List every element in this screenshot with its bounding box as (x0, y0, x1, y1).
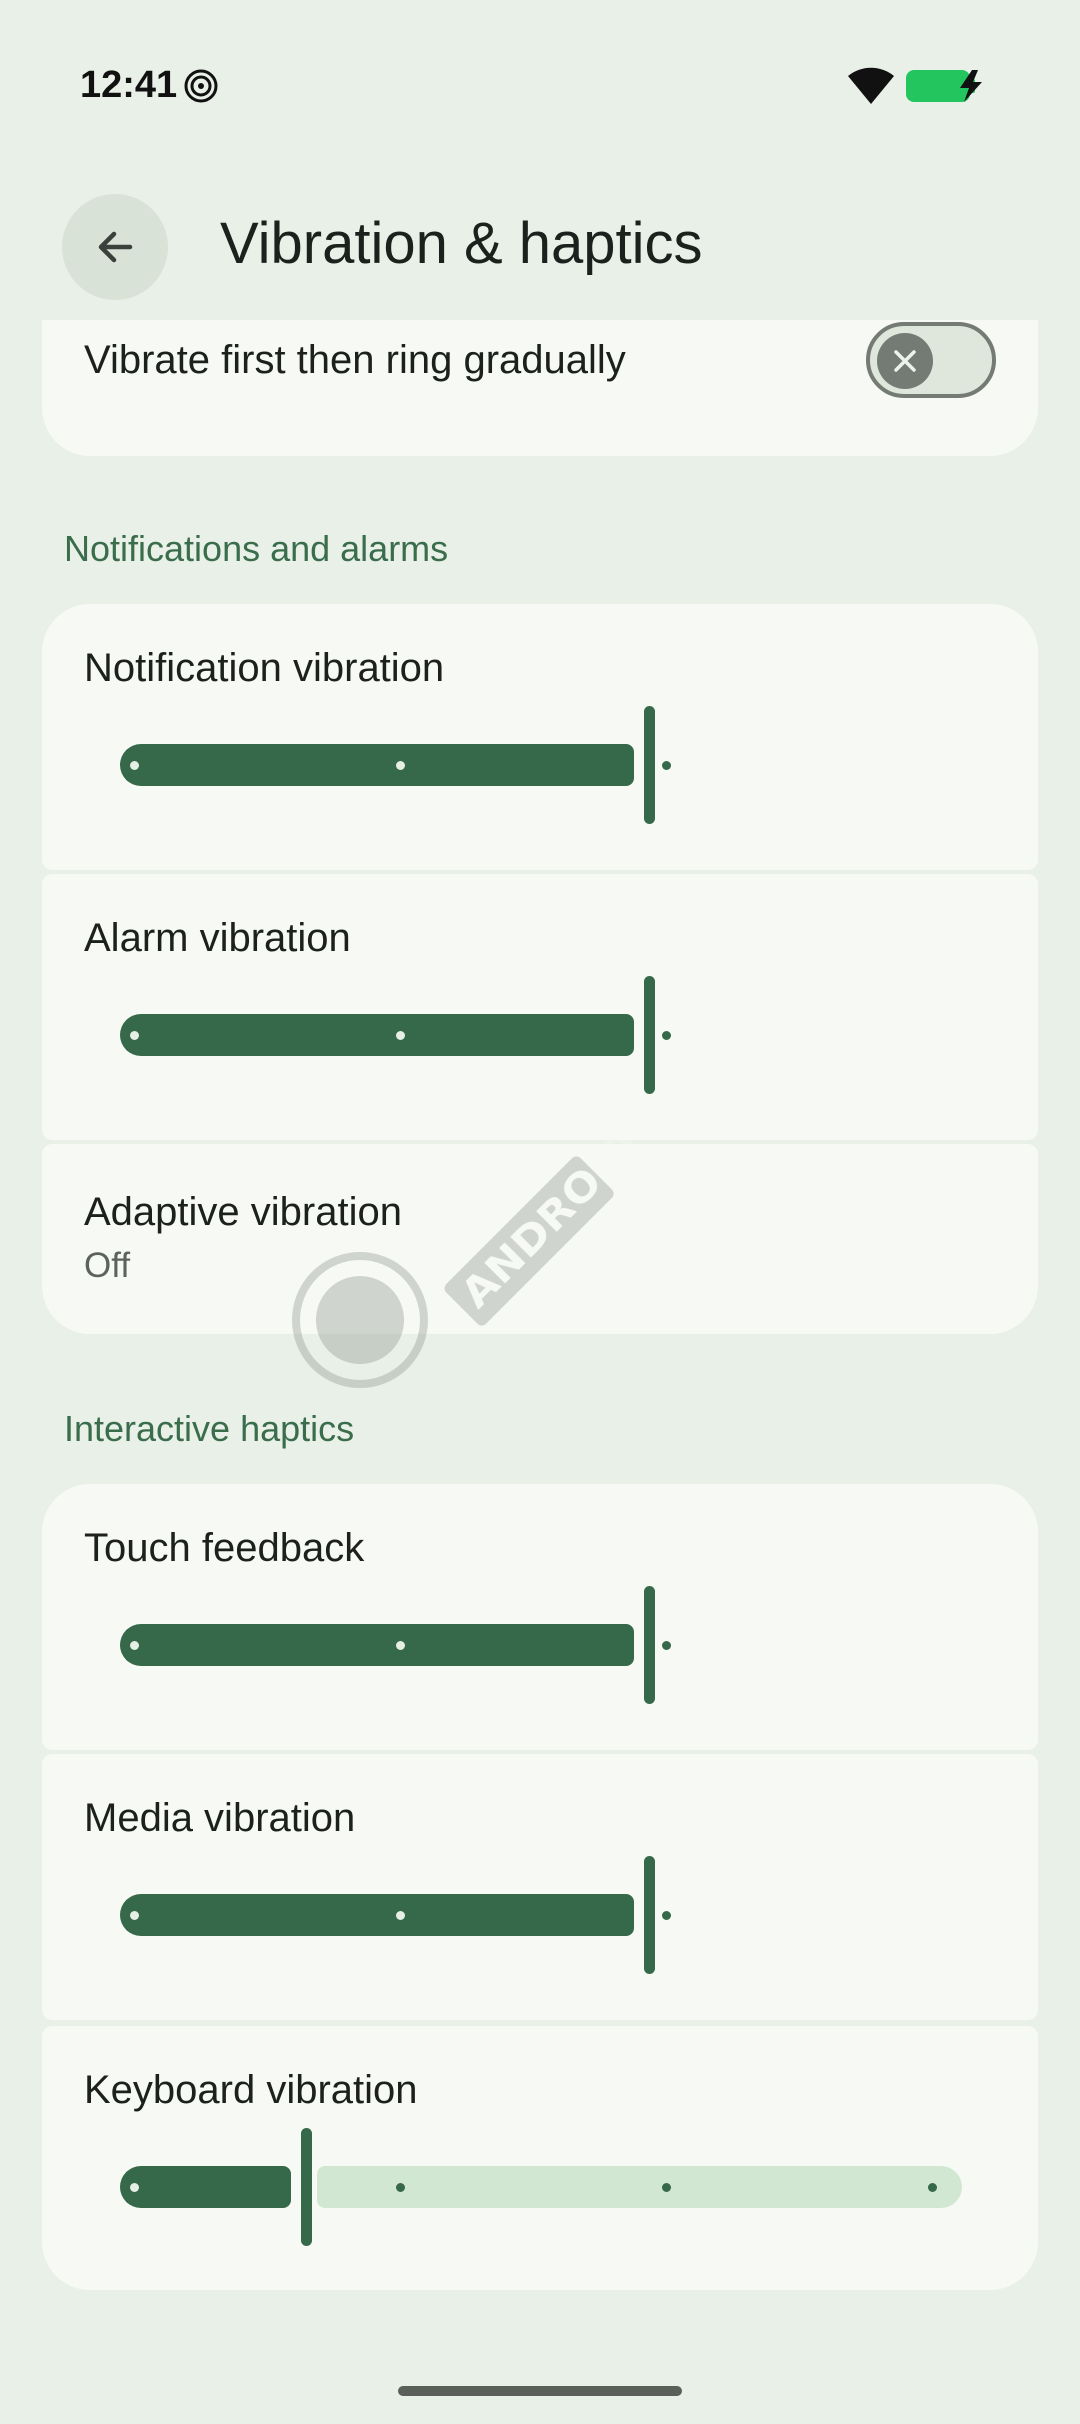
slider-active-track (120, 1014, 634, 1056)
battery-charging-icon (906, 70, 982, 102)
vibrate-then-ring-toggle[interactable] (866, 322, 996, 398)
keyboard-vibration-slider[interactable] (120, 2128, 980, 2248)
slider-step-tick (130, 761, 139, 770)
slider-step-tick (396, 761, 405, 770)
setting-keyboard-vibration: Keyboard vibration (42, 2026, 1038, 2290)
slider-step-tick (662, 1911, 671, 1920)
slider-active-track (120, 744, 634, 786)
slider-step-tick (396, 1641, 405, 1650)
setting-label: Adaptive vibration (84, 1190, 402, 1234)
slider-active-track (120, 1894, 634, 1936)
status-bar: 12:41 (0, 0, 1080, 170)
setting-label: Alarm vibration (84, 916, 351, 960)
slider-step-tick (662, 1031, 671, 1040)
setting-media-vibration: Media vibration (42, 1754, 1038, 2020)
setting-label: Media vibration (84, 1796, 356, 1840)
back-button[interactable] (62, 194, 168, 300)
close-icon (894, 350, 916, 372)
touch-feedback-slider[interactable] (120, 1586, 980, 1706)
section-title-notifications: Notifications and alarms (64, 528, 449, 569)
section-title-interactive-haptics: Interactive haptics (64, 1408, 355, 1449)
page-title: Vibration & haptics (220, 211, 703, 276)
setting-alarm-vibration: Alarm vibration (42, 874, 1038, 1140)
focus-mode-icon (184, 69, 218, 103)
slider-step-tick (662, 761, 671, 770)
setting-label: Vibrate first then ring gradually (84, 338, 626, 382)
slider-handle[interactable] (644, 706, 655, 824)
slider-handle[interactable] (644, 1856, 655, 1974)
toggle-knob (877, 333, 933, 389)
slider-active-track (120, 2166, 291, 2208)
setting-vibrate-then-ring[interactable]: Vibrate first then ring gradually (42, 320, 1038, 456)
slider-step-tick (928, 2183, 937, 2192)
top-app-bar: Vibration & haptics (0, 190, 1080, 320)
setting-label: Keyboard vibration (84, 2068, 418, 2112)
setting-notification-vibration: Notification vibration (42, 604, 1038, 870)
slider-step-tick (396, 1031, 405, 1040)
slider-step-tick (130, 1911, 139, 1920)
notification-vibration-slider[interactable] (120, 706, 980, 826)
gesture-navigation-bar[interactable] (398, 2386, 682, 2396)
slider-step-tick (396, 2183, 405, 2192)
slider-handle[interactable] (644, 1586, 655, 1704)
setting-label: Notification vibration (84, 646, 445, 690)
setting-touch-feedback: Touch feedback (42, 1484, 1038, 1750)
slider-step-tick (130, 2183, 139, 2192)
setting-label: Touch feedback (84, 1526, 365, 1570)
setting-summary: Off (84, 1246, 131, 1285)
alarm-vibration-slider[interactable] (120, 976, 980, 1096)
slider-step-tick (662, 1641, 671, 1650)
setting-adaptive-vibration[interactable]: Adaptive vibration Off (42, 1144, 1038, 1334)
wifi-icon (848, 67, 894, 104)
slider-step-tick (662, 2183, 671, 2192)
slider-inactive-track (317, 2166, 962, 2208)
slider-active-track (120, 1624, 634, 1666)
slider-step-tick (130, 1031, 139, 1040)
status-time: 12:41 (80, 64, 178, 106)
slider-handle[interactable] (301, 2128, 312, 2246)
slider-handle[interactable] (644, 976, 655, 1094)
media-vibration-slider[interactable] (120, 1856, 980, 1976)
slider-step-tick (396, 1911, 405, 1920)
slider-step-tick (130, 1641, 139, 1650)
arrow-left-icon (98, 231, 133, 263)
